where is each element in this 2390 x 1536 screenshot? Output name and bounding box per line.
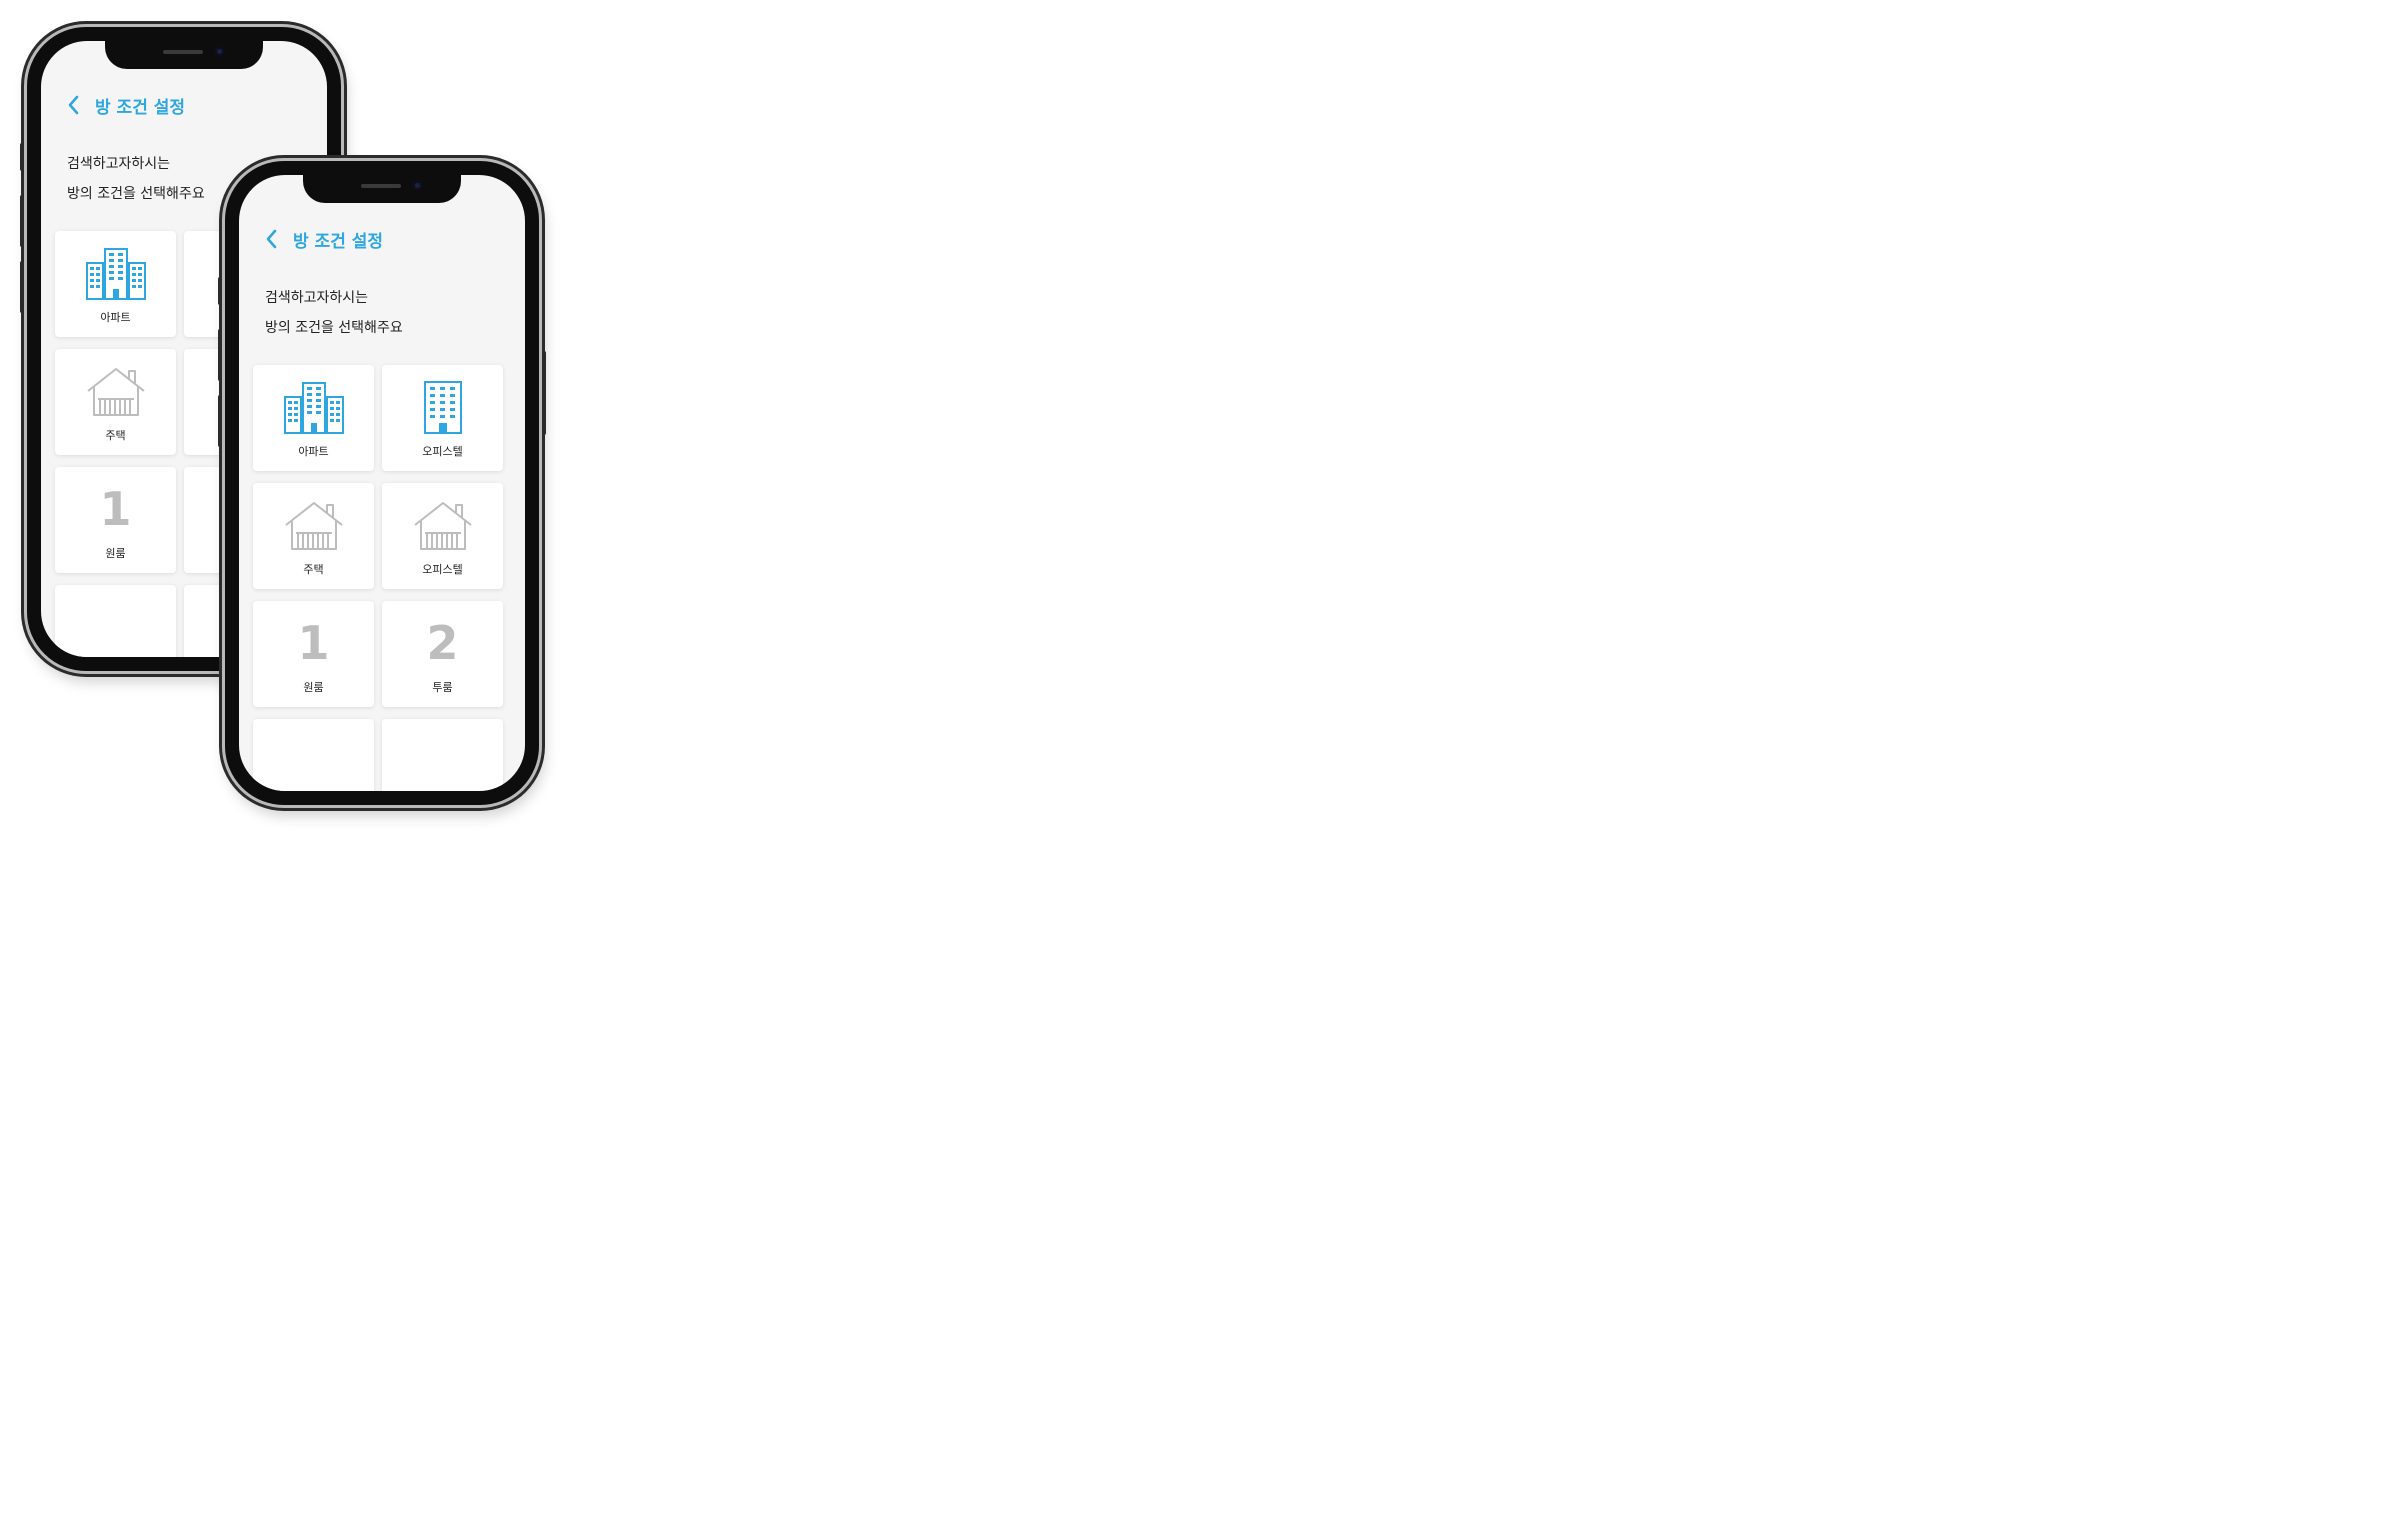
option-label: 아파트: [100, 311, 131, 324]
option-label: 원룸: [105, 547, 126, 560]
room-type-grid: 아파트: [253, 365, 503, 791]
option-card-one-room[interactable]: 1 원룸: [253, 601, 374, 707]
volume-down-button: [20, 261, 24, 313]
number-badge: 1: [84, 479, 148, 539]
front-camera-icon: [413, 181, 422, 190]
showcase-stage: 방 조건 설정 검색하고자하시는 방의 조건을 선택해주요 아파트 주택 1 원…: [0, 0, 2390, 1536]
option-card-empty-1[interactable]: [253, 719, 374, 791]
instruction-line-2: 방의 조건을 선택해주요: [265, 320, 403, 336]
apartment-building-icon: [84, 243, 148, 303]
mute-switch: [20, 143, 24, 171]
volume-up-button: [218, 329, 222, 381]
house-icon: [411, 495, 475, 555]
front-camera-icon: [215, 47, 224, 56]
back-button[interactable]: [253, 221, 289, 257]
option-card-house-2[interactable]: 오피스텔: [382, 483, 503, 589]
option-card-house[interactable]: 주택: [253, 483, 374, 589]
speaker-grille: [163, 50, 203, 54]
chevron-left-icon: [266, 229, 277, 249]
power-button: [542, 351, 546, 435]
instruction-text: 검색하고자하시는 방의 조건을 선택해주요: [67, 149, 205, 209]
option-card-two-room[interactable]: 2 투룸: [382, 601, 503, 707]
option-card-apartment[interactable]: 아파트: [55, 231, 176, 337]
phone-screen: 방 조건 설정 검색하고자하시는 방의 조건을 선택해주요: [239, 175, 525, 791]
office-building-icon: [411, 377, 475, 437]
option-label: 주택: [303, 563, 324, 576]
page-title: 방 조건 설정: [293, 231, 384, 252]
option-card-apartment[interactable]: 아파트: [253, 365, 374, 471]
back-button[interactable]: [55, 87, 91, 123]
option-label: 오피스텔: [422, 445, 463, 458]
phone-mockup-front: 방 조건 설정 검색하고자하시는 방의 조건을 선택해주요 아파트 오피스텔 주…: [218, 158, 546, 808]
room-count: 2: [426, 616, 459, 670]
option-label: 아파트: [298, 445, 329, 458]
notch: [303, 175, 461, 203]
mute-switch: [218, 277, 222, 305]
room-count: 1: [297, 616, 330, 670]
chevron-left-icon: [68, 95, 79, 115]
app-header: 방 조건 설정: [41, 85, 327, 125]
option-card-officetel[interactable]: 오피스텔: [382, 365, 503, 471]
room-count: 1: [99, 482, 132, 536]
house-icon: [84, 361, 148, 421]
option-label: 오피스텔: [422, 563, 463, 576]
volume-up-button: [20, 195, 24, 247]
instruction-line-2: 방의 조건을 선택해주요: [67, 186, 205, 202]
app-header: 방 조건 설정: [239, 219, 525, 259]
apartment-building-icon: [282, 377, 346, 437]
volume-down-button: [218, 395, 222, 447]
instruction-line-1: 검색하고자하시는: [265, 290, 369, 306]
house-icon: [282, 495, 346, 555]
option-card-house[interactable]: 주택: [55, 349, 176, 455]
option-label: 원룸: [303, 681, 324, 694]
option-card-empty-2[interactable]: [382, 719, 503, 791]
number-badge: 2: [411, 613, 475, 673]
instruction-line-1: 검색하고자하시는: [67, 156, 171, 172]
option-label: 투룸: [432, 681, 453, 694]
notch: [105, 41, 263, 69]
page-title: 방 조건 설정: [95, 97, 186, 118]
number-badge: 1: [282, 613, 346, 673]
option-card-empty-1[interactable]: [55, 585, 176, 657]
option-card-one-room[interactable]: 1 원룸: [55, 467, 176, 573]
instruction-text: 검색하고자하시는 방의 조건을 선택해주요: [265, 283, 403, 343]
option-label: 주택: [105, 429, 126, 442]
speaker-grille: [361, 184, 401, 188]
